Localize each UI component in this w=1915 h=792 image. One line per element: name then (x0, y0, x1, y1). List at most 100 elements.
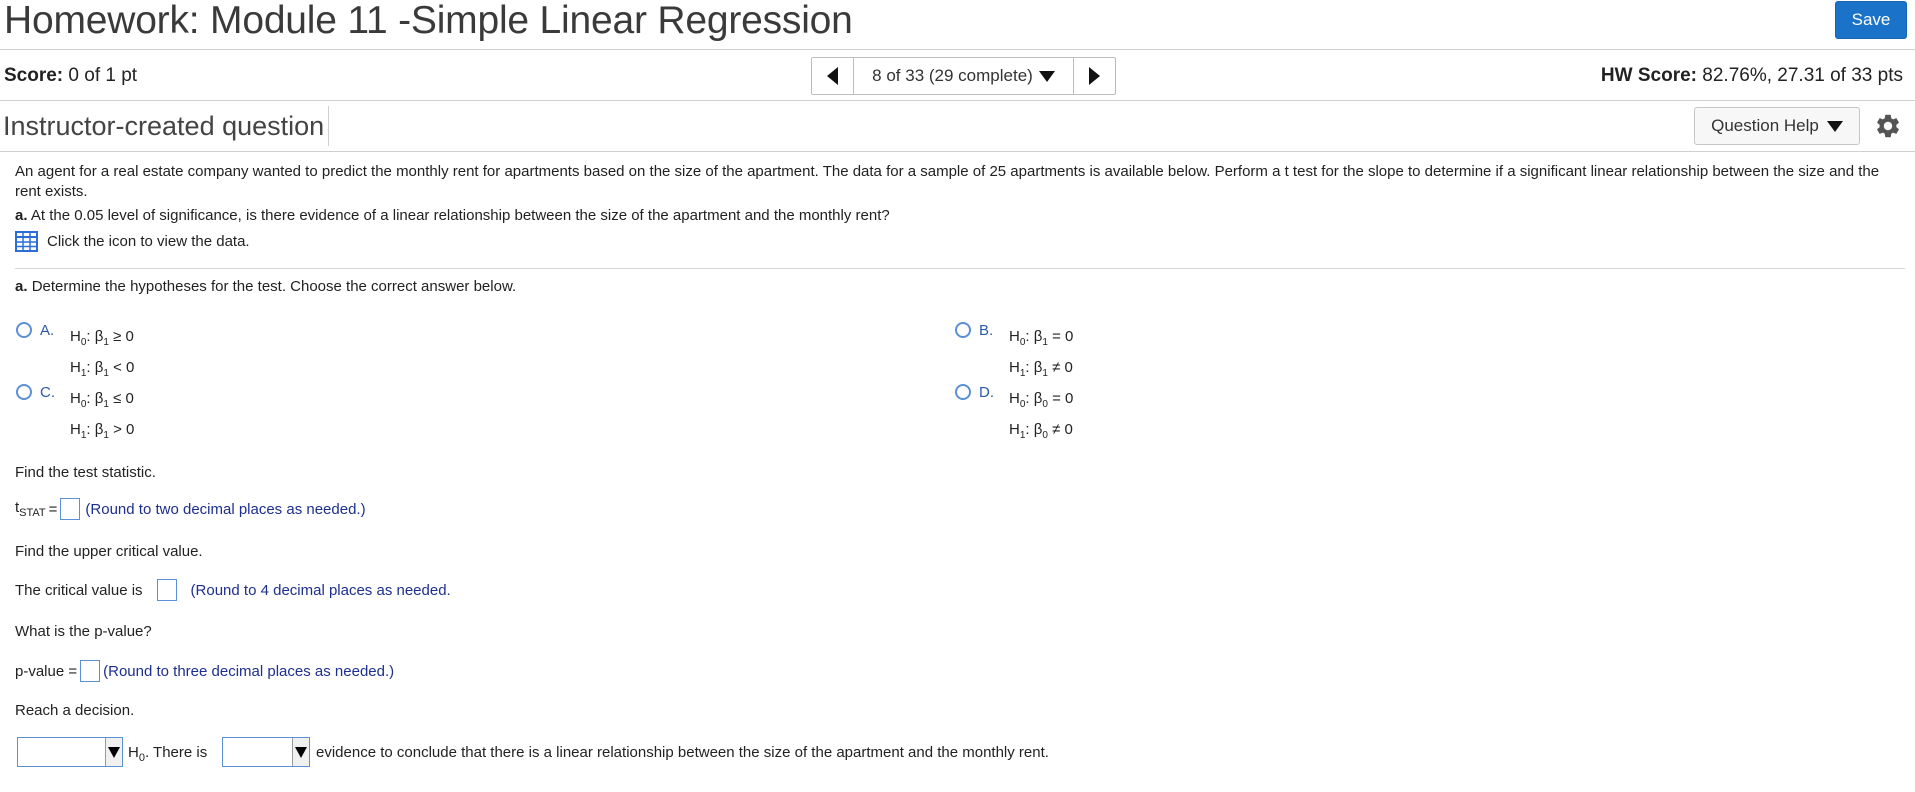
hw-score: HW Score: 82.76%, 27.31 of 33 pts (1601, 65, 1903, 87)
beta-subscript: 1 (1042, 368, 1048, 379)
null-hypothesis: H0: β1 = 0 (1009, 328, 1074, 348)
title-bar: Homework: Module 11 -Simple Linear Regre… (0, 0, 1915, 50)
p-value-row: p-value = (Round to three decimal places… (15, 660, 394, 682)
page-title: Homework: Module 11 -Simple Linear Regre… (4, 0, 853, 42)
null-hypothesis-label: H0. There is (128, 744, 207, 764)
relation-symbol: ≤ (113, 390, 122, 407)
data-table-icon[interactable] (15, 231, 38, 252)
question-navigator: 8 of 33 (29 complete) (811, 57, 1116, 95)
conclusion-text: evidence to conclude that there is a lin… (316, 744, 1049, 761)
choice-a[interactable]: A. (16, 322, 60, 339)
beta-subscript: 0 (1042, 399, 1048, 410)
relation-symbol: = (1052, 328, 1061, 345)
test-statistic-prompt: Find the test statistic. (15, 464, 156, 481)
question-intro: An agent for a real estate company wante… (15, 163, 1880, 200)
beta-subscript: 1 (103, 399, 109, 410)
null-hypothesis: H0: β1 ≤ 0 (70, 390, 134, 410)
relation-symbol: > (113, 421, 122, 438)
hypothesis-value: 0 (1065, 328, 1074, 345)
null-hypothesis: H0: β0 = 0 (1009, 390, 1074, 410)
evidence-select[interactable] (222, 737, 310, 767)
score-bar: Score: 0 of 1 pt 8 of 33 (29 complete) H… (0, 51, 1915, 101)
critical-value-input[interactable] (156, 579, 177, 601)
critical-value-hint: (Round to 4 decimal places as needed. (190, 581, 451, 599)
gear-icon[interactable] (1874, 112, 1902, 140)
radio-button[interactable] (955, 322, 971, 338)
test-statistic-row: tSTAT = (Round to two decimal places as … (15, 498, 366, 520)
alternative-hypothesis: H1: β1 > 0 (70, 421, 135, 441)
choice-letter: D. (979, 384, 994, 401)
beta-subscript: 1 (103, 337, 109, 348)
hypothesis-value: 0 (1065, 390, 1074, 407)
relation-symbol: ≠ (1052, 421, 1061, 438)
choice-c-hypotheses: H0: β1 ≤ 0 H1: β1 > 0 (70, 386, 134, 448)
hypothesis-value: 0 (125, 328, 134, 345)
hypotheses-prompt-label: a. (15, 278, 28, 295)
decision-select[interactable] (17, 737, 123, 767)
relation-symbol: = (1052, 390, 1061, 407)
choice-d-hypotheses: H0: β0 = 0 H1: β0 ≠ 0 (1009, 386, 1073, 448)
there-is-text: . There is (144, 744, 208, 761)
alternative-hypothesis: H1: β0 ≠ 0 (1009, 421, 1073, 441)
choice-letter: C. (40, 384, 55, 401)
view-data-row: Click the icon to view the data. (15, 231, 1895, 252)
relation-symbol: < (113, 359, 122, 376)
beta-subscript: 0 (1042, 430, 1048, 441)
t-stat-input[interactable] (60, 498, 81, 520)
radio-button[interactable] (16, 322, 32, 338)
choice-b-hypotheses: H0: β1 = 0 H1: β1 ≠ 0 (1009, 324, 1073, 386)
p-value-hint: (Round to three decimal places as needed… (103, 662, 395, 680)
p-value-lead: p-value = (15, 662, 78, 680)
h0-symbol: H (128, 744, 139, 761)
choice-c[interactable]: C. (16, 384, 60, 401)
question-help-label: Question Help (1711, 116, 1819, 135)
hypothesis-value: 0 (126, 421, 135, 438)
p-value-prompt: What is the p-value? (15, 623, 152, 640)
choice-d[interactable]: D. (955, 384, 999, 401)
null-hypothesis: H0: β1 ≥ 0 (70, 328, 134, 348)
hw-score-value: 82.76%, 27.31 of 33 pts (1702, 65, 1903, 86)
choice-a-hypotheses: H0: β1 ≥ 0 H1: β1 < 0 (70, 324, 134, 386)
critical-value-lead: The critical value is (15, 581, 143, 599)
question-part-a: a. At the 0.05 level of significance, is… (15, 206, 1895, 226)
hypothesis-value: 0 (1064, 359, 1073, 376)
question-header: Instructor-created question Question Hel… (0, 102, 1915, 152)
next-question-button[interactable] (1073, 58, 1115, 94)
beta-subscript: 1 (1042, 337, 1048, 348)
hypotheses-prompt-text: Determine the hypotheses for the test. C… (31, 278, 517, 295)
hw-score-label: HW Score: (1600, 65, 1697, 86)
triangle-down-icon (1826, 120, 1843, 132)
relation-symbol: ≠ (1052, 359, 1061, 376)
critical-value-row: The critical value is (Round to 4 decima… (15, 579, 451, 601)
critical-value-prompt: Find the upper critical value. (15, 543, 203, 560)
alternative-hypothesis: H1: β1 ≠ 0 (1009, 359, 1073, 379)
choice-b[interactable]: B. (955, 322, 999, 339)
hypothesis-value: 0 (1064, 421, 1073, 438)
triangle-right-icon (1089, 67, 1100, 85)
score-value: 0 of 1 pt (68, 65, 138, 86)
save-button[interactable]: Save (1835, 1, 1907, 39)
question-type: Instructor-created question (0, 106, 330, 146)
question-selector-dropdown[interactable]: 8 of 33 (29 complete) (854, 58, 1073, 94)
hypotheses-prompt: a. Determine the hypotheses for the test… (15, 278, 516, 295)
equals-sign: = (48, 500, 58, 518)
question-position: 8 of 33 (29 complete) (872, 66, 1033, 85)
choice-letter: A. (40, 322, 55, 339)
triangle-down-icon (1038, 70, 1055, 82)
choice-letter: B. (979, 322, 994, 339)
alternative-hypothesis: H1: β1 < 0 (70, 359, 135, 379)
score: Score: 0 of 1 pt (4, 65, 137, 87)
score-label: Score: (4, 65, 64, 86)
p-value-input[interactable] (80, 660, 101, 682)
question-help-button[interactable]: Question Help (1694, 107, 1860, 145)
previous-question-button[interactable] (812, 58, 854, 94)
view-data-text: Click the icon to view the data. (47, 233, 250, 250)
radio-button[interactable] (955, 384, 971, 400)
part-a-label: a. (15, 207, 28, 224)
hypothesis-value: 0 (126, 359, 135, 376)
relation-symbol: ≥ (113, 328, 122, 345)
beta-subscript: 1 (103, 368, 109, 379)
radio-button[interactable] (16, 384, 32, 400)
triangle-left-icon (827, 67, 838, 85)
dropdown-arrow-icon (292, 738, 309, 766)
